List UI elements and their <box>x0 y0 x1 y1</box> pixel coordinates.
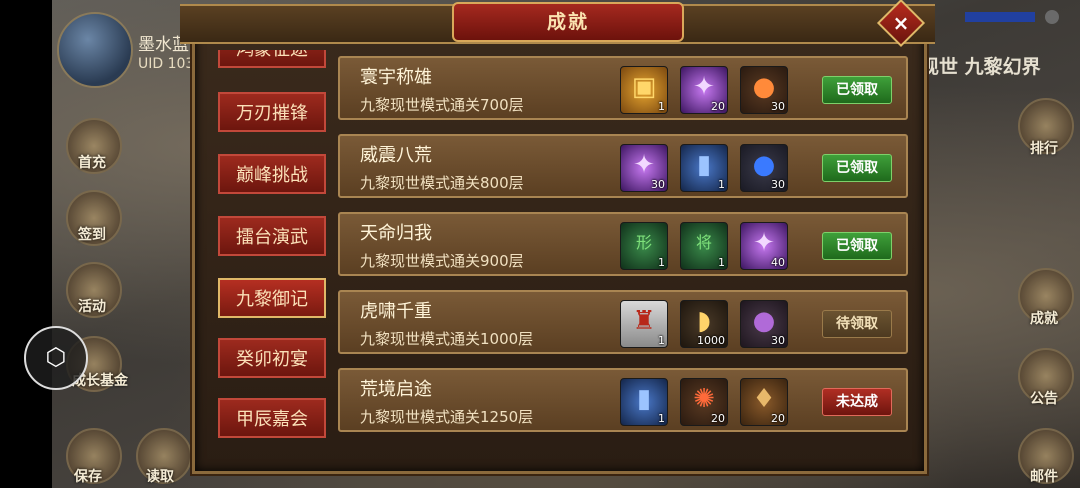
achievement-name: 天命归我 <box>360 223 432 244</box>
achievement-list[interactable]: 寰宇称雄 九黎现世模式通关700层 ▣ 1 ✦ 20 ● 30 已领取 威震八荒 九黎… <box>334 50 914 456</box>
tab-category-6[interactable]: 癸卯初宴 <box>218 338 326 378</box>
reward-count: 20 <box>711 412 725 425</box>
bag-icon[interactable]: ♦ 20 <box>740 378 788 426</box>
purple-crystal-icon[interactable]: ✦ 40 <box>740 222 788 270</box>
sign-in-label: 签到 <box>78 227 106 243</box>
achievement-desc: 九黎现世模式通关700层 <box>360 96 524 114</box>
reward-count: 20 <box>711 100 725 113</box>
reward-count: 1 <box>658 256 665 269</box>
background-title: 现世 九黎幻界 <box>920 56 1041 78</box>
jade-beast-icon[interactable]: 形1 <box>620 222 668 270</box>
achievement-row: 寰宇称雄 九黎现世模式通关700层 ▣ 1 ✦ 20 ● 30 已领取 <box>338 56 908 120</box>
warrior-portrait-icon[interactable]: ♜ 1 <box>620 300 668 348</box>
reward-count: 1000 <box>697 334 725 347</box>
achievement-name: 虎啸千重 <box>360 301 432 322</box>
panel-title: 成就 <box>546 11 589 33</box>
reward-count: 20 <box>771 412 785 425</box>
reward-count: 30 <box>771 100 785 113</box>
achievement-name: 荒境启途 <box>360 379 432 400</box>
jade-tag: 将 <box>695 233 712 252</box>
mail-label: 邮件 <box>1030 469 1058 485</box>
achievement-desc: 九黎现世模式通关800层 <box>360 174 524 192</box>
tab-category-1[interactable]: 鸿蒙征途 <box>218 50 326 68</box>
jade-tag: 形 <box>635 233 652 252</box>
achievement-desc: 九黎现世模式通关900层 <box>360 252 524 270</box>
orange-fruit-icon[interactable]: ● 30 <box>740 66 788 114</box>
treasure-chest-icon[interactable]: ▣ 1 <box>620 66 668 114</box>
achievement-name: 威震八荒 <box>360 145 432 166</box>
vr-mode-button[interactable]: ⬡ <box>24 326 88 390</box>
reward-count: 1 <box>718 256 725 269</box>
jade-beast-icon[interactable]: 将1 <box>680 222 728 270</box>
notice-label: 公告 <box>1030 391 1058 407</box>
tab-category-3[interactable]: 巅峰挑战 <box>218 154 326 194</box>
blue-scroll-icon[interactable]: ▮ 1 <box>680 144 728 192</box>
reward-count: 40 <box>771 256 785 269</box>
reward-count: 30 <box>771 178 785 191</box>
blue-scroll-icon[interactable]: ▮ 1 <box>620 378 668 426</box>
achievement-desc: 九黎现世模式通关1250层 <box>360 408 534 426</box>
player-avatar[interactable] <box>57 12 133 88</box>
top-icon <box>1045 10 1059 24</box>
reward-count: 1 <box>718 178 725 191</box>
purple-fruit-icon[interactable]: ● 30 <box>740 300 788 348</box>
claim-button[interactable]: 待领取 <box>822 310 892 338</box>
status-badge: 未达成 <box>822 388 892 416</box>
reward-count: 1 <box>658 100 665 113</box>
vr-headset-icon: ⬡ <box>45 343 67 371</box>
save-label: 保存 <box>74 469 102 485</box>
tab-category-7[interactable]: 甲辰嘉会 <box>218 398 326 438</box>
first-recharge-label: 首充 <box>78 155 106 171</box>
tab-category-4[interactable]: 擂台演武 <box>218 216 326 256</box>
achievement-row: 天命归我 九黎现世模式通关900层 形1 将1 ✦ 40 已领取 <box>338 212 908 276</box>
tab-category-2[interactable]: 万刃摧锋 <box>218 92 326 132</box>
ranking-label: 排行 <box>1030 141 1058 157</box>
status-badge: 已领取 <box>822 154 892 182</box>
activity-label: 活动 <box>78 299 106 315</box>
tab-category-5[interactable]: 九黎御记 <box>218 278 326 318</box>
gold-ingot-icon[interactable]: ◗ 1000 <box>680 300 728 348</box>
reward-count: 1 <box>658 334 665 347</box>
achievement-row: 虎啸千重 九黎现世模式通关1000层 ♜ 1 ◗ 1000 ● 30 待领取 <box>338 290 908 354</box>
status-badge: 已领取 <box>822 76 892 104</box>
achievement-label: 成就 <box>1030 311 1058 327</box>
purple-crystal-icon[interactable]: ✦ 30 <box>620 144 668 192</box>
achievement-row: 荒境启途 九黎现世模式通关1250层 ▮ 1 ✺ 20 ♦ 20 未达成 <box>338 368 908 432</box>
top-bar-gauge <box>965 12 1035 22</box>
crab-icon[interactable]: ✺ 20 <box>680 378 728 426</box>
close-icon[interactable]: × <box>884 6 918 40</box>
blue-fruit-icon[interactable]: ● 30 <box>740 144 788 192</box>
reward-count: 30 <box>771 334 785 347</box>
reward-count: 30 <box>651 178 665 191</box>
achievement-row: 威震八荒 九黎现世模式通关800层 ✦ 30 ▮ 1 ● 30 已领取 <box>338 134 908 198</box>
reward-count: 1 <box>658 412 665 425</box>
category-tabs: 鸿蒙征途 万刃摧锋 巅峰挑战 擂台演武 九黎御记 癸卯初宴 甲辰嘉会 <box>212 50 334 460</box>
achievement-name: 寰宇称雄 <box>360 67 432 88</box>
load-label: 读取 <box>146 469 174 485</box>
purple-crystal-icon[interactable]: ✦ 20 <box>680 66 728 114</box>
status-badge: 已领取 <box>822 232 892 260</box>
achievement-desc: 九黎现世模式通关1000层 <box>360 330 534 348</box>
